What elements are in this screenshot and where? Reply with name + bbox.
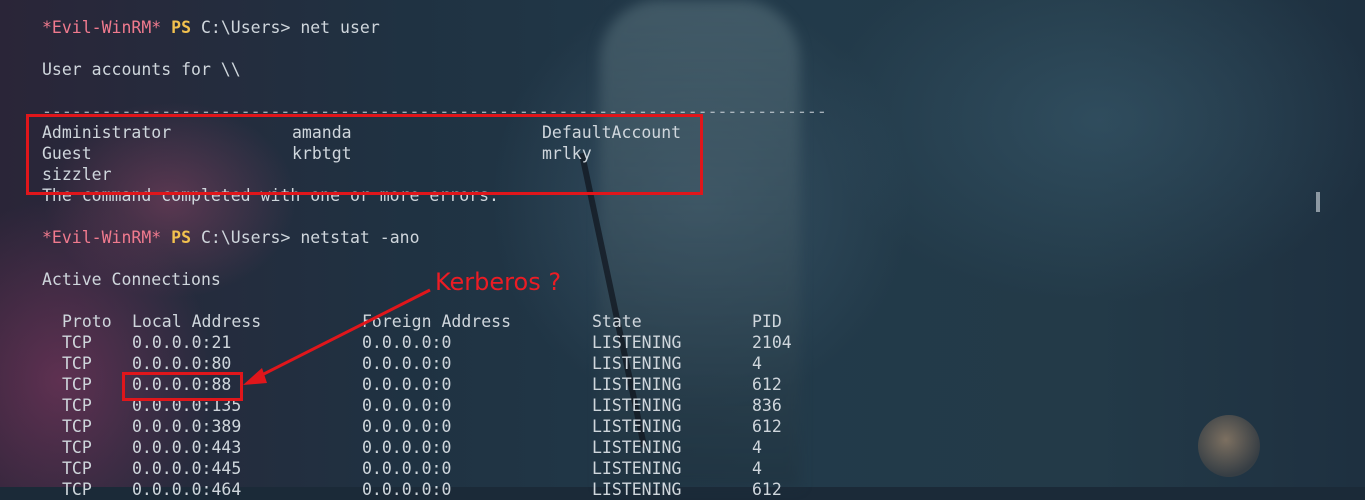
arrow-line (251, 288, 431, 382)
arrow-head (243, 368, 267, 385)
annotation-arrow (243, 288, 431, 385)
